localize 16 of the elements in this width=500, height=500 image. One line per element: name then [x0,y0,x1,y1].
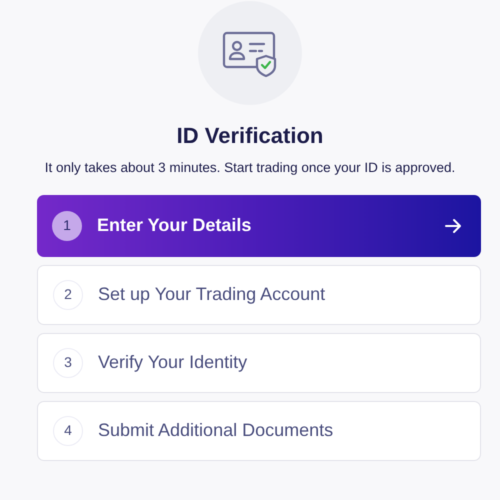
step-item[interactable]: 2 Set up Your Trading Account [37,264,481,324]
step-number: 3 [53,348,83,378]
step-item[interactable]: 1 Enter Your Details [37,194,481,256]
subtitle: It only takes about 3 minutes. Start trading once your ID is approved. [44,161,456,174]
arrow-right-icon [444,216,462,234]
step-label: Submit Additional Documents [98,419,334,442]
step-number: 4 [53,416,83,446]
step-label: Enter Your Details [97,214,252,237]
step-item[interactable]: 3 Verify Your Identity [37,332,481,392]
page-title: ID Verification [176,125,324,147]
step-label: Verify Your Identity [98,351,248,374]
step-item[interactable]: 4 Submit Additional Documents [37,400,481,460]
step-number: 2 [53,280,83,310]
step-label: Set up Your Trading Account [98,283,326,306]
step-number: 1 [52,210,82,240]
id-card-icon [222,29,278,77]
